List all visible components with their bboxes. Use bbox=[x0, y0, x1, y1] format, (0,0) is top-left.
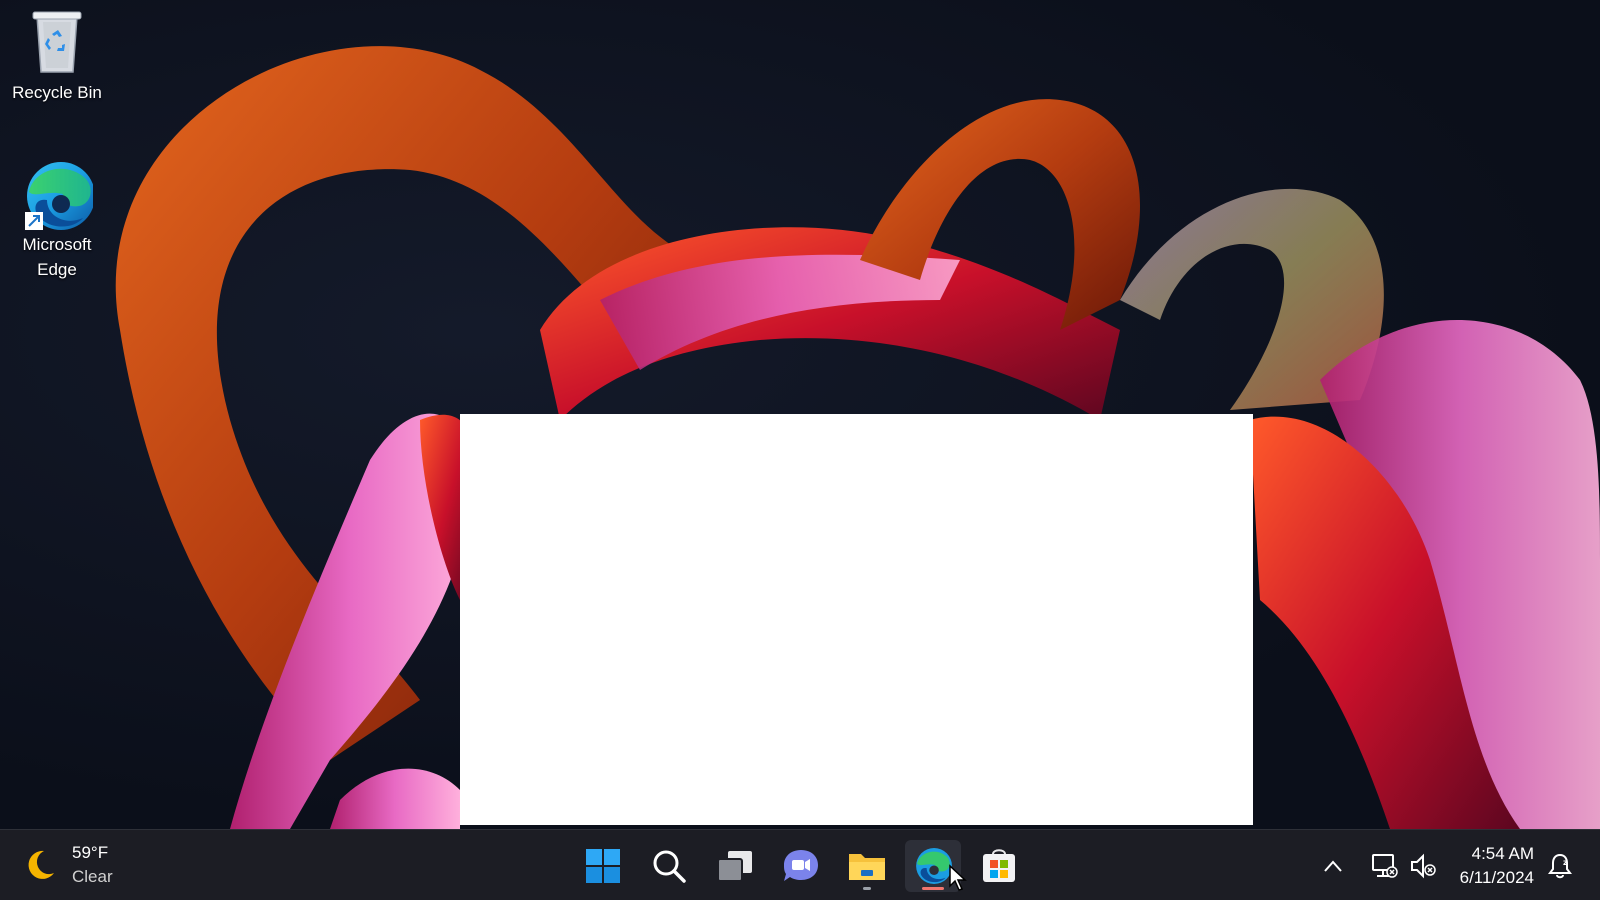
desktop-icon-label: Microsoft Edge bbox=[22, 235, 92, 279]
task-view-button[interactable] bbox=[707, 840, 763, 892]
notification-button[interactable]: z bbox=[1540, 840, 1580, 892]
start-button[interactable] bbox=[575, 840, 631, 892]
chevron-up-icon bbox=[1324, 860, 1342, 872]
search-button[interactable] bbox=[641, 840, 697, 892]
notification-icon: z bbox=[1548, 853, 1572, 879]
file-explorer-button[interactable] bbox=[839, 840, 895, 892]
clock-time: 4:54 AM bbox=[1471, 844, 1534, 863]
desktop-icon-recycle-bin[interactable]: Recycle Bin bbox=[9, 8, 105, 105]
weather-widget[interactable]: 59°F Clear bbox=[22, 840, 113, 890]
volume-muted-icon bbox=[1411, 853, 1436, 879]
chat-button[interactable] bbox=[773, 840, 829, 892]
task-view-icon bbox=[717, 851, 752, 882]
desktop-icon-label: Recycle Bin bbox=[12, 83, 102, 102]
active-indicator bbox=[922, 887, 944, 890]
recycle-bin-icon bbox=[25, 8, 89, 76]
chat-icon bbox=[784, 850, 818, 881]
weather-condition: Clear bbox=[72, 867, 113, 886]
clock[interactable]: 4:54 AM 6/11/2024 bbox=[1460, 842, 1534, 890]
svg-text:z: z bbox=[1563, 858, 1568, 867]
volume-button[interactable] bbox=[1403, 840, 1443, 892]
clock-date: 6/11/2024 bbox=[1459, 868, 1534, 887]
network-button[interactable] bbox=[1364, 840, 1404, 892]
running-indicator bbox=[863, 887, 871, 890]
mouse-cursor-icon bbox=[948, 864, 968, 897]
taskbar: 59°F Clear 4:54 AM 6/11/2024 z bbox=[0, 829, 1600, 900]
show-hidden-icons-button[interactable] bbox=[1315, 840, 1351, 892]
edge-icon bbox=[916, 848, 952, 884]
desktop-icon-microsoft-edge[interactable]: Microsoft Edge bbox=[9, 160, 105, 282]
search-icon bbox=[653, 850, 686, 883]
file-explorer-icon bbox=[849, 854, 885, 880]
store-icon bbox=[983, 849, 1015, 882]
blank-app-window[interactable] bbox=[460, 414, 1253, 825]
weather-temperature: 59°F bbox=[72, 843, 109, 862]
edge-icon bbox=[25, 160, 95, 230]
network-icon bbox=[1372, 854, 1398, 878]
store-button[interactable] bbox=[971, 840, 1027, 892]
moon-icon bbox=[22, 847, 58, 883]
windows-start-icon bbox=[586, 849, 620, 883]
